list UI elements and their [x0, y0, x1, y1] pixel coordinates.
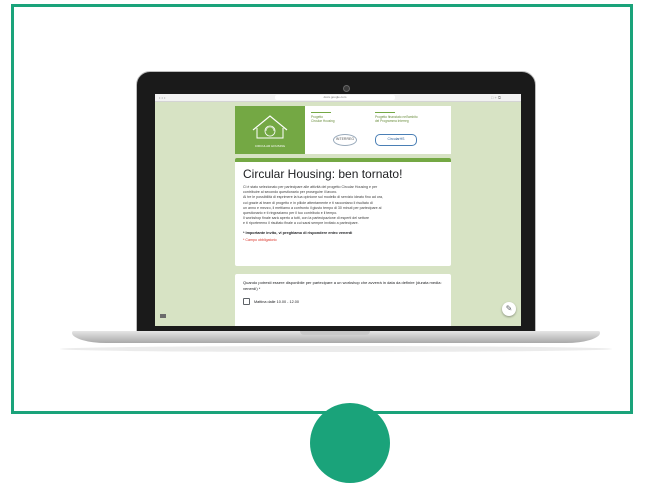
decorative-circle — [310, 403, 390, 483]
laptop-screen: • • • docs.google.com □ + ⧉ CIRCULAR HOU… — [155, 94, 521, 326]
form-header-image: CIRCULAR HOUSING Progetto Circular Housi… — [235, 106, 451, 154]
circular-housing-logo: CIRCULAR HOUSING — [235, 106, 305, 154]
question-card: Quando potresti essere disponibile per p… — [235, 274, 451, 326]
partner-label-1: Progetto Circular Housing — [311, 115, 335, 123]
question-text: Quando potresti essere disponibile per p… — [243, 280, 442, 291]
laptop-shadow — [60, 346, 612, 352]
address-bar[interactable]: docs.google.com — [275, 95, 395, 100]
checkbox-option[interactable]: Mattina dalle 10.00 - 12.00 — [243, 298, 443, 305]
interreg-badge: INTERREG — [333, 134, 357, 146]
form-description: Ci è stato selezionato per partecipare a… — [243, 185, 443, 227]
pencil-icon: ✎ — [505, 304, 513, 313]
house-logo-icon — [252, 115, 288, 139]
browser-actions[interactable]: □ + ⧉ — [491, 96, 501, 100]
important-note: * Importante invito, vi preghiamo di ris… — [243, 230, 353, 235]
browser-toolbar: • • • docs.google.com □ + ⧉ — [155, 94, 521, 102]
keyboard-icon — [160, 314, 166, 318]
option-label: Mattina dalle 10.00 - 12.00 — [254, 299, 299, 304]
logo-caption: CIRCULAR HOUSING — [254, 144, 286, 148]
circularhs-badge: CircularHS — [375, 134, 417, 146]
partner-block-1: Progetto Circular Housing — [311, 112, 371, 123]
required-field-note: * Campo obbligatorio — [243, 237, 277, 242]
laptop-notch — [300, 331, 370, 335]
edit-button[interactable]: ✎ — [502, 302, 516, 316]
partner-block-2: Progetto finanziato nell'ambito del Prog… — [375, 112, 435, 123]
form-intro-card: Circular Housing: ben tornato! Ci è stat… — [235, 158, 451, 266]
window-controls[interactable]: • • • — [159, 96, 165, 100]
description-line: e ti riporteremo il risultato finale a c… — [243, 221, 359, 226]
checkbox[interactable] — [243, 298, 250, 305]
webcam-icon — [343, 85, 350, 92]
partner-label-2: Progetto finanziato nell'ambito del Prog… — [375, 115, 418, 123]
form-title: Circular Housing: ben tornato! — [243, 167, 403, 181]
